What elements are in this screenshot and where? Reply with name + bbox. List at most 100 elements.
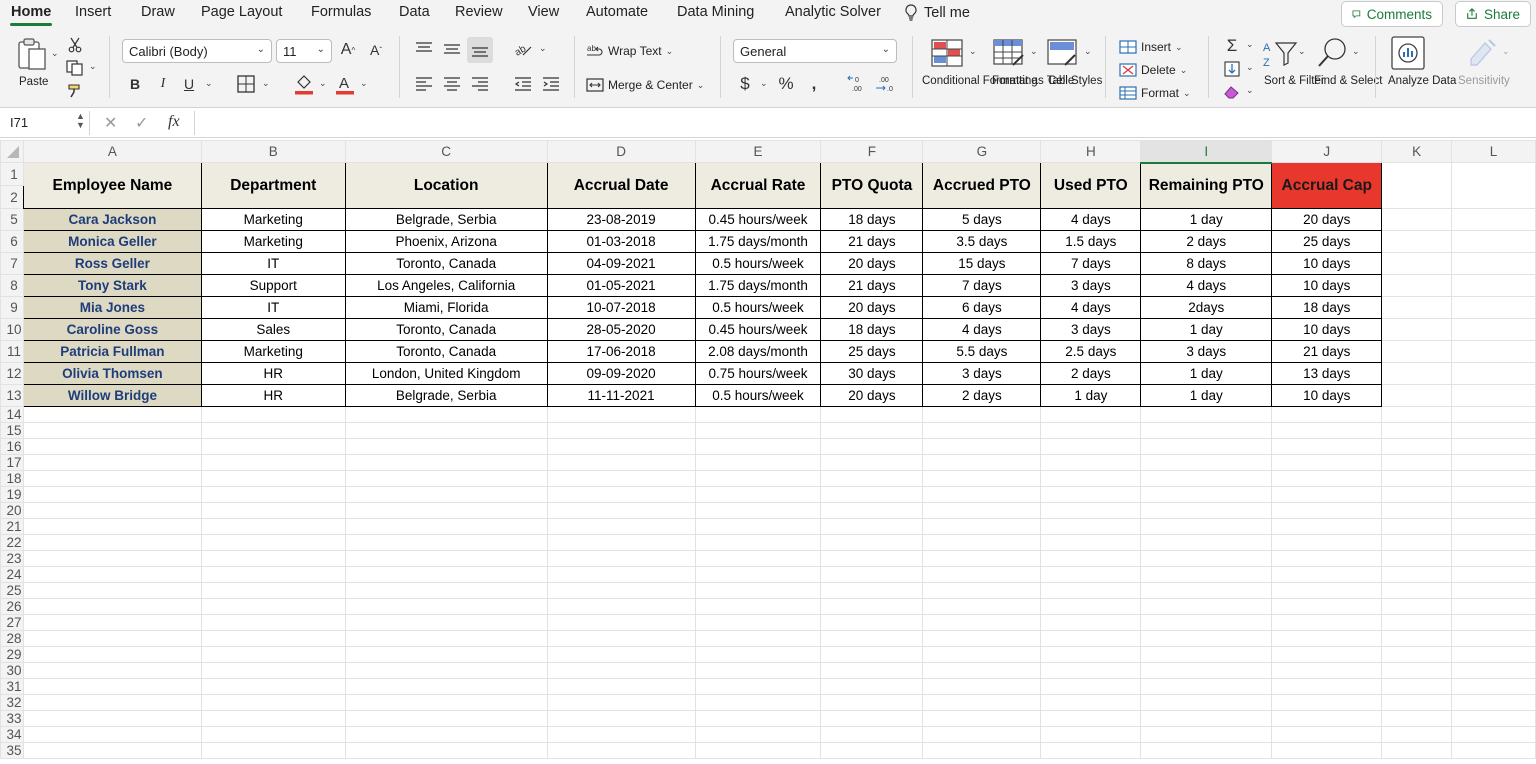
empty-cell[interactable]: [1381, 362, 1453, 385]
empty-cell[interactable]: [1381, 630, 1453, 647]
empty-cell[interactable]: [694, 726, 822, 743]
empty-cell[interactable]: [22, 470, 202, 487]
empty-cell[interactable]: [1140, 438, 1273, 455]
table-cell[interactable]: 2 days: [922, 384, 1042, 407]
tab-data[interactable]: Data: [399, 4, 430, 20]
empty-cell[interactable]: [1040, 694, 1142, 711]
empty-cell[interactable]: [1040, 614, 1142, 631]
empty-cell[interactable]: [1451, 550, 1536, 567]
column-header-l[interactable]: L: [1451, 140, 1536, 163]
empty-cell[interactable]: [1381, 726, 1453, 743]
empty-cell[interactable]: [1271, 550, 1383, 567]
row-header[interactable]: 20: [0, 502, 24, 519]
row-header[interactable]: 35: [0, 742, 24, 759]
empty-cell[interactable]: [1140, 582, 1273, 599]
table-cell[interactable]: 3 days: [1040, 274, 1142, 297]
empty-cell[interactable]: [1381, 230, 1453, 253]
empty-cell[interactable]: [22, 726, 202, 743]
empty-cell[interactable]: [1140, 646, 1273, 663]
table-cell[interactable]: 1.5 days: [1040, 230, 1142, 253]
table-cell[interactable]: 18 days: [1271, 296, 1383, 319]
empty-cell[interactable]: [922, 470, 1042, 487]
empty-cell[interactable]: [820, 406, 924, 423]
font-color-icon[interactable]: A: [335, 72, 355, 96]
empty-cell[interactable]: [1451, 454, 1536, 471]
table-cell[interactable]: Phoenix, Arizona: [344, 230, 548, 253]
empty-cell[interactable]: [1140, 454, 1273, 471]
table-cell[interactable]: 21 days: [1271, 340, 1383, 363]
row-header[interactable]: 9: [0, 296, 24, 319]
empty-cell[interactable]: [694, 470, 822, 487]
row-header[interactable]: 34: [0, 726, 24, 743]
empty-cell[interactable]: [1451, 566, 1536, 583]
cut-icon[interactable]: [66, 36, 84, 54]
table-cell[interactable]: 04-09-2021: [546, 252, 696, 275]
empty-cell[interactable]: [694, 630, 822, 647]
table-cell[interactable]: 7 days: [1040, 252, 1142, 275]
tab-draw[interactable]: Draw: [141, 4, 175, 20]
tab-view[interactable]: View: [528, 4, 559, 20]
column-header-a[interactable]: A: [22, 140, 202, 163]
row-header[interactable]: 10: [0, 318, 24, 341]
empty-cell[interactable]: [1271, 454, 1383, 471]
empty-cell[interactable]: [694, 742, 822, 759]
table-cell[interactable]: 10 days: [1271, 252, 1383, 275]
empty-cell[interactable]: [22, 710, 202, 727]
empty-cell[interactable]: [344, 454, 548, 471]
empty-cell[interactable]: [22, 502, 202, 519]
align-right-icon[interactable]: [470, 74, 490, 94]
select-all-corner[interactable]: [0, 140, 24, 163]
empty-cell[interactable]: [1381, 318, 1453, 341]
table-cell[interactable]: 30 days: [820, 362, 924, 385]
table-cell[interactable]: 21 days: [820, 230, 924, 253]
empty-cell[interactable]: [694, 422, 822, 439]
empty-cell[interactable]: [344, 486, 548, 503]
empty-cell[interactable]: [200, 678, 346, 695]
empty-cell[interactable]: [820, 614, 924, 631]
comments-button[interactable]: Comments: [1341, 1, 1443, 27]
empty-cell[interactable]: [1271, 598, 1383, 615]
borders-dropdown-icon[interactable]: ⌄: [262, 78, 270, 89]
empty-cell[interactable]: [1040, 470, 1142, 487]
tab-automate[interactable]: Automate: [586, 4, 648, 20]
empty-cell[interactable]: [1451, 614, 1536, 631]
empty-cell[interactable]: [1381, 550, 1453, 567]
column-header-b[interactable]: B: [200, 140, 346, 163]
cell-styles-icon[interactable]: [1046, 38, 1080, 68]
empty-cell[interactable]: [1271, 502, 1383, 519]
column-title-accrual-cap[interactable]: Accrual Cap: [1271, 162, 1383, 209]
table-cell[interactable]: 10-07-2018: [546, 296, 696, 319]
table-cell[interactable]: 0.5 hours/week: [694, 252, 822, 275]
empty-cell[interactable]: [1140, 534, 1273, 551]
empty-cell[interactable]: [694, 662, 822, 679]
empty-cell[interactable]: [1040, 678, 1142, 695]
italic-icon[interactable]: I: [154, 74, 172, 94]
tab-formulas[interactable]: Formulas: [311, 4, 371, 20]
empty-cell[interactable]: [1040, 502, 1142, 519]
formula-input[interactable]: [194, 111, 1530, 135]
empty-cell[interactable]: [1451, 162, 1536, 209]
table-cell[interactable]: 1.75 days/month: [694, 230, 822, 253]
conditional-formatting-dropdown-icon[interactable]: ⌄: [969, 46, 977, 57]
empty-cell[interactable]: [1451, 470, 1536, 487]
empty-cell[interactable]: [1140, 566, 1273, 583]
table-cell[interactable]: 1 day: [1140, 384, 1273, 407]
column-header-i[interactable]: I: [1140, 140, 1273, 164]
table-cell[interactable]: 4 days: [922, 318, 1042, 341]
empty-cell[interactable]: [1451, 406, 1536, 423]
empty-cell[interactable]: [820, 422, 924, 439]
empty-cell[interactable]: [1271, 742, 1383, 759]
empty-cell[interactable]: [1140, 710, 1273, 727]
empty-cell[interactable]: [344, 646, 548, 663]
tell-me-search[interactable]: Tell me: [904, 4, 970, 21]
empty-cell[interactable]: [922, 406, 1042, 423]
row-header[interactable]: 8: [0, 274, 24, 297]
empty-cell[interactable]: [694, 694, 822, 711]
empty-cell[interactable]: [922, 438, 1042, 455]
table-cell[interactable]: Los Angeles, California: [344, 274, 548, 297]
table-cell[interactable]: 0.75 hours/week: [694, 362, 822, 385]
empty-cell[interactable]: [200, 710, 346, 727]
empty-cell[interactable]: [694, 406, 822, 423]
empty-cell[interactable]: [546, 470, 696, 487]
empty-cell[interactable]: [820, 534, 924, 551]
